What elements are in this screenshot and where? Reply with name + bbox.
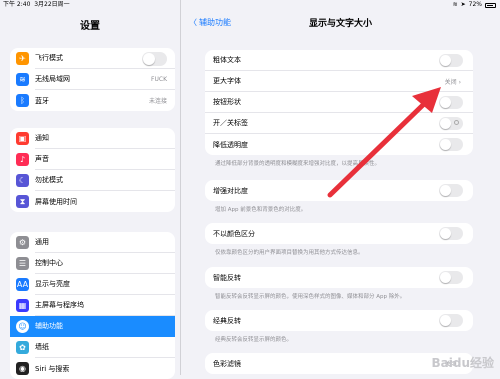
setting-toggle[interactable] xyxy=(439,138,463,151)
setting-toggle[interactable] xyxy=(439,96,463,109)
sidebar-item-label: 声音 xyxy=(35,149,175,170)
siri-icon: ◉ xyxy=(16,362,29,375)
sidebar-item-label: 通知 xyxy=(35,128,175,149)
sidebar-item-label: 显示与亮度 xyxy=(35,274,175,295)
airplane-mode-toggle[interactable] xyxy=(142,52,167,66)
status-date: 3月22日周一 xyxy=(34,1,70,8)
status-time-date: 下午 2:40 3月22日周一 xyxy=(3,0,70,10)
status-time: 下午 2:40 xyxy=(3,1,31,8)
accessibility-icon: ☺ xyxy=(16,320,29,333)
setting-row: 降低透明度 xyxy=(205,134,473,155)
wallpaper-icon: ✿ xyxy=(16,341,29,354)
settings-group-smart-invert: 智能反转 xyxy=(205,267,473,288)
differentiate-description: 仅依靠颜色区分的用户界面项目替换为用其他方式传达信息。 xyxy=(215,250,364,256)
sidebar-item-bluetooth[interactable]: ᛒ 蓝牙 未连接 xyxy=(10,90,175,111)
wifi-status-icon: ≋ xyxy=(452,1,458,8)
sidebar-item-hourglass[interactable]: ⧗ 屏幕使用时间 xyxy=(10,191,175,212)
setting-value: 关闭 › xyxy=(445,77,461,86)
battery-percent: 72% xyxy=(468,1,482,8)
setting-row: 开／关标签 xyxy=(205,113,473,134)
on-off-labels-toggle[interactable] xyxy=(439,117,463,130)
page-title: 显示与文字大小 xyxy=(308,19,372,29)
sound-icon: ♪ xyxy=(16,153,29,166)
bluetooth-icon: ᛒ xyxy=(16,94,29,107)
status-bar: 下午 2:40 3月22日周一 ≋ ➤ 72% xyxy=(0,0,500,10)
sidebar-item-label: 墙纸 xyxy=(35,337,175,358)
settings-group-text: 粗体文本更大字体 关闭 › 按钮形状开／关标签降低透明度 xyxy=(205,50,473,155)
setting-label: 降低透明度 xyxy=(213,140,248,149)
setting-label: 更大字体 xyxy=(213,77,241,85)
location-icon: ➤ xyxy=(460,1,466,8)
sidebar-item-display[interactable]: AA 显示与亮度 xyxy=(10,274,175,295)
setting-toggle[interactable] xyxy=(439,184,463,197)
sidebar-item-home-screen[interactable]: ▦ 主屏幕与程序坞 xyxy=(10,295,175,316)
hourglass-icon: ⧗ xyxy=(16,195,29,208)
setting-row: 经典反转 xyxy=(205,310,473,331)
setting-label: 粗体文本 xyxy=(213,56,241,64)
sidebar-title: 设置 xyxy=(80,21,100,32)
airplane-icon: ✈ xyxy=(16,52,29,65)
setting-toggle[interactable] xyxy=(439,271,463,284)
setting-label: 增强对比度 xyxy=(213,186,248,195)
setting-row: 智能反转 xyxy=(205,267,473,288)
setting-row: 按钮形状 xyxy=(205,92,473,113)
sidebar-item-label: 控制中心 xyxy=(35,253,175,274)
sidebar-group-connectivity: ✈ 飞行模式 ≋ 无线局域网 FUCK ᛒ 蓝牙 未连接 xyxy=(10,48,175,111)
sidebar-item-siri[interactable]: ◉ Siri 与搜索 xyxy=(10,358,175,379)
sidebar-item-label: 辅助功能 xyxy=(35,322,63,330)
setting-label: 按钮形状 xyxy=(213,98,241,106)
sidebar-item-notifications[interactable]: ▣ 通知 xyxy=(10,128,175,149)
control-center-icon: ☰ xyxy=(16,257,29,270)
notifications-icon: ▣ xyxy=(16,132,29,145)
setting-value-text: 关闭 xyxy=(444,78,457,86)
setting-row: 粗体文本 xyxy=(205,50,473,71)
setting-toggle[interactable] xyxy=(439,227,463,240)
sidebar-item-gear[interactable]: ⚙ 通用 xyxy=(10,232,175,253)
home-screen-icon: ▦ xyxy=(16,299,29,312)
setting-row: 增强对比度 xyxy=(205,180,473,201)
setting-label: 色彩滤镜 xyxy=(213,359,241,368)
wifi-icon: ≋ xyxy=(16,73,29,86)
sidebar-item-wallpaper[interactable]: ✿ 墙纸 xyxy=(10,337,175,358)
sidebar-item-accessibility[interactable]: ☺ 辅助功能 xyxy=(10,316,175,337)
sidebar-item-control-center[interactable]: ☰ 控制中心 xyxy=(10,253,175,274)
moon-icon: ☾ xyxy=(16,174,29,187)
classic-invert-description: 经典反转会反转显示屏的颜色。 xyxy=(215,337,293,343)
display-text-size-panel: 〈辅助功能 显示与文字大小 粗体文本 更大字体 关闭 › 按钮形状 开／关标签 降低透明度… xyxy=(181,10,500,375)
display-icon: AA xyxy=(16,278,29,291)
sidebar-item-label: Siri 与搜索 xyxy=(35,364,70,373)
battery-icon xyxy=(485,2,496,8)
setting-label: 智能反转 xyxy=(213,273,241,282)
sidebar-item-sound[interactable]: ♪ 声音 xyxy=(10,149,175,170)
settings-sidebar: 设置 ✈ 飞行模式 ≋ 无线局域网 FUCK ᛒ 蓝牙 未连接 ▣ 通知 ♪ 声音 ☾ 勿扰模式 ⧗ 屏幕使… xyxy=(0,10,180,379)
reduce-transparency-description: 通过降低部分背景的透明度和模糊度来增强对比度，以提高易读性。 xyxy=(215,161,381,167)
watermark: Baidu经验 xyxy=(431,356,495,370)
setting-label: 不以颜色区分 xyxy=(213,229,255,238)
sidebar-item-wifi[interactable]: ≋ 无线局域网 FUCK xyxy=(10,69,175,90)
gear-icon: ⚙ xyxy=(16,236,29,249)
setting-row[interactable]: 更大字体 关闭 › xyxy=(205,71,473,92)
sidebar-item-label: 屏幕使用时间 xyxy=(35,197,77,206)
status-right: ≋ ➤ 72% xyxy=(453,0,496,10)
sidebar-item-label: 勿扰模式 xyxy=(35,170,175,191)
sidebar-item-label: 主屏幕与程序坞 xyxy=(35,295,175,316)
setting-row: 不以颜色区分 xyxy=(205,223,473,244)
sidebar-item-value: 未连接 xyxy=(148,98,167,105)
contrast-description: 增加 App 前景色和背景色的对比度。 xyxy=(215,207,307,213)
settings-group-classic-invert: 经典反转 xyxy=(205,310,473,331)
settings-group-contrast: 增强对比度 xyxy=(205,180,473,201)
sidebar-group-general: ⚙ 通用 ☰ 控制中心 AA 显示与亮度 ▦ 主屏幕与程序坞 ☺ 辅助功能 ✿ 墙纸 ◉ Siri 与搜索 xyxy=(10,232,175,379)
sidebar-item-airplane[interactable]: ✈ 飞行模式 xyxy=(10,48,175,69)
chevron-right-icon: › xyxy=(458,78,461,86)
setting-toggle[interactable] xyxy=(439,314,463,327)
sidebar-item-label: 通用 xyxy=(35,232,175,253)
sidebar-group-notifications: ▣ 通知 ♪ 声音 ☾ 勿扰模式 ⧗ 屏幕使用时间 xyxy=(10,128,175,212)
smart-invert-description: 智能反转会反转显示屏的颜色，使用深色样式的图像、媒体和部分 App 除外。 xyxy=(215,294,406,300)
sidebar-item-value: FUCK xyxy=(151,76,167,83)
setting-label: 经典反转 xyxy=(213,316,241,325)
settings-group-differentiate: 不以颜色区分 xyxy=(205,223,473,244)
setting-label: 开／关标签 xyxy=(213,119,248,127)
setting-toggle[interactable] xyxy=(439,54,463,67)
sidebar-item-moon[interactable]: ☾ 勿扰模式 xyxy=(10,170,175,191)
